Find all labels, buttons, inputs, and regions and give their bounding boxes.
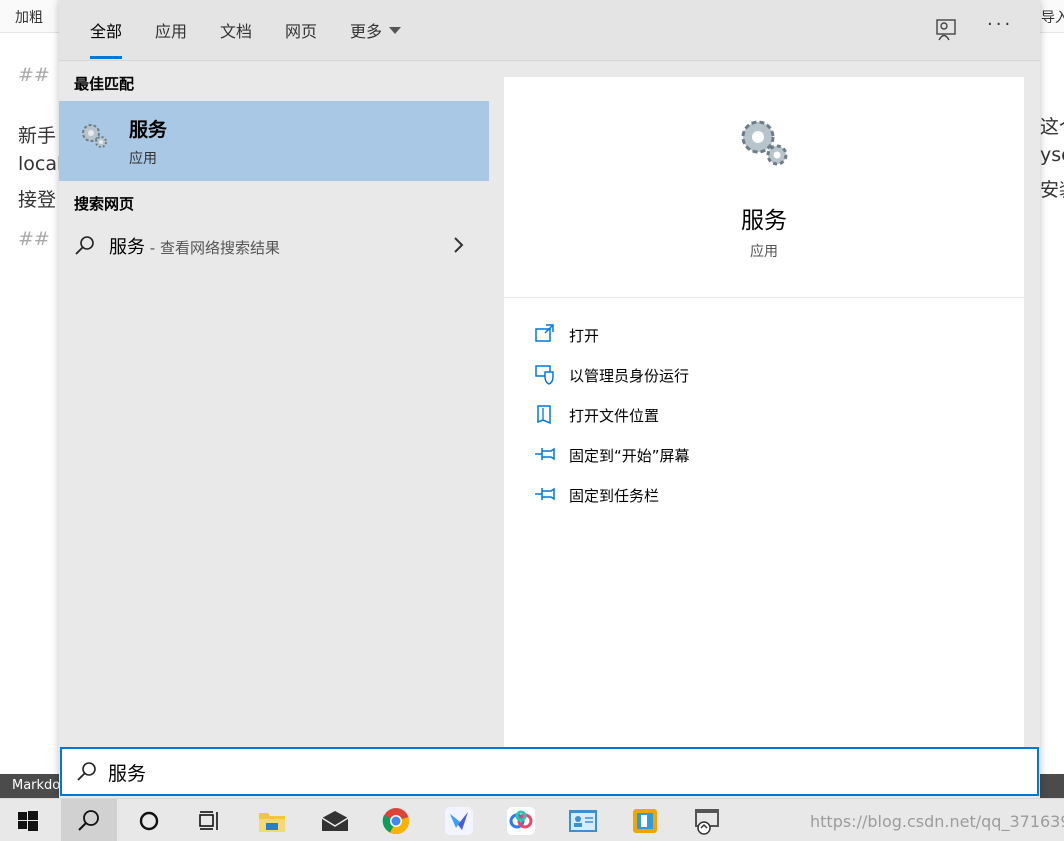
web-search-heading: 搜索网页 [74, 195, 135, 213]
editor-line: 接登 [18, 189, 57, 211]
editor-line: local [18, 153, 63, 175]
best-match-subtitle: 应用 [129, 151, 157, 167]
action-label: 打开文件位置 [569, 407, 660, 425]
detail-pane: 服务 应用 打开 以管理员身份运行 打开文件位置 固定到“开始”屏幕 固定到任务… [504, 77, 1024, 747]
windows-start-icon[interactable] [0, 799, 56, 841]
chevron-down-icon [389, 27, 402, 34]
active-tab-indicator [90, 56, 123, 59]
editor-line: ## [18, 64, 50, 86]
divider [504, 297, 1024, 298]
feedback-icon[interactable] [933, 16, 961, 44]
import-button[interactable]: 导入 [1041, 7, 1064, 27]
search-filter-tabs: 全部 应用 文档 网页 更多 ··· [59, 0, 1040, 61]
run-as-admin-action[interactable]: 以管理员身份运行 [534, 361, 994, 389]
pin-to-start-action[interactable]: 固定到“开始”屏幕 [534, 441, 994, 469]
editor-fragment: 这个 [1040, 116, 1064, 138]
pin-icon [534, 443, 556, 469]
search-input[interactable] [108, 758, 1008, 786]
baidu-netdisk-icon[interactable] [493, 799, 549, 841]
editor-fragment: ysc [1040, 144, 1064, 166]
taskbar: https://blog.csdn.net/qq_37163925 [0, 798, 1064, 841]
shield-icon [534, 363, 556, 389]
chevron-right-icon[interactable] [452, 235, 466, 259]
best-match-title: 服务 [129, 119, 168, 141]
file-location-icon [534, 403, 556, 429]
feishu-icon[interactable] [431, 799, 487, 841]
open-action[interactable]: 打开 [534, 321, 994, 349]
search-icon[interactable] [61, 799, 117, 841]
cortana-icon[interactable] [121, 799, 177, 841]
remote-desktop-icon[interactable] [679, 799, 735, 841]
pin-to-taskbar-action[interactable]: 固定到任务栏 [534, 481, 994, 509]
open-file-location-action[interactable]: 打开文件位置 [534, 401, 994, 429]
editor-line: 新手 [18, 125, 57, 147]
tab-more[interactable]: 更多 [350, 18, 402, 42]
windows-search-panel: 全部 应用 文档 网页 更多 ··· 最佳匹配 服务 应用 搜索网页 服务 - … [59, 0, 1040, 798]
tab-apps[interactable]: 应用 [155, 18, 187, 42]
file-explorer-icon[interactable] [244, 799, 300, 841]
action-label: 固定到“开始”屏幕 [569, 447, 690, 465]
more-options-icon[interactable]: ··· [987, 14, 1013, 35]
mail-icon[interactable] [307, 799, 363, 841]
results-list: 最佳匹配 服务 应用 搜索网页 服务 - 查看网络搜索结果 [59, 61, 489, 747]
action-label: 固定到任务栏 [569, 487, 660, 505]
action-label: 打开 [569, 327, 600, 345]
editor-fragment: 安装 [1040, 179, 1064, 201]
contact-card-icon[interactable] [555, 799, 611, 841]
chrome-icon[interactable] [368, 799, 424, 841]
services-gear-icon [736, 115, 792, 175]
services-gear-icon [79, 121, 109, 155]
best-match-heading: 最佳匹配 [74, 75, 135, 93]
app-icon[interactable] [617, 799, 673, 841]
editor-line: ## [18, 228, 50, 250]
detail-subtitle: 应用 [750, 244, 778, 260]
detail-title: 服务 [741, 208, 787, 234]
web-search-text: 服务 - 查看网络搜索结果 [109, 237, 280, 258]
best-match-item[interactable]: 服务 应用 [59, 101, 489, 181]
status-text: Markdo [12, 778, 61, 793]
pin-icon [534, 483, 556, 509]
search-icon [76, 761, 98, 787]
search-box[interactable] [60, 747, 1039, 796]
open-icon [534, 323, 556, 349]
search-icon [74, 235, 96, 261]
tab-documents[interactable]: 文档 [220, 18, 252, 42]
task-view-icon[interactable] [181, 799, 237, 841]
bold-button[interactable]: 加粗 [15, 7, 43, 27]
web-search-item[interactable]: 服务 - 查看网络搜索结果 [59, 229, 489, 263]
action-label: 以管理员身份运行 [569, 367, 690, 385]
tab-web[interactable]: 网页 [285, 18, 317, 42]
tab-all[interactable]: 全部 [90, 18, 123, 59]
watermark-text: https://blog.csdn.net/qq_37163925 [810, 812, 1064, 831]
